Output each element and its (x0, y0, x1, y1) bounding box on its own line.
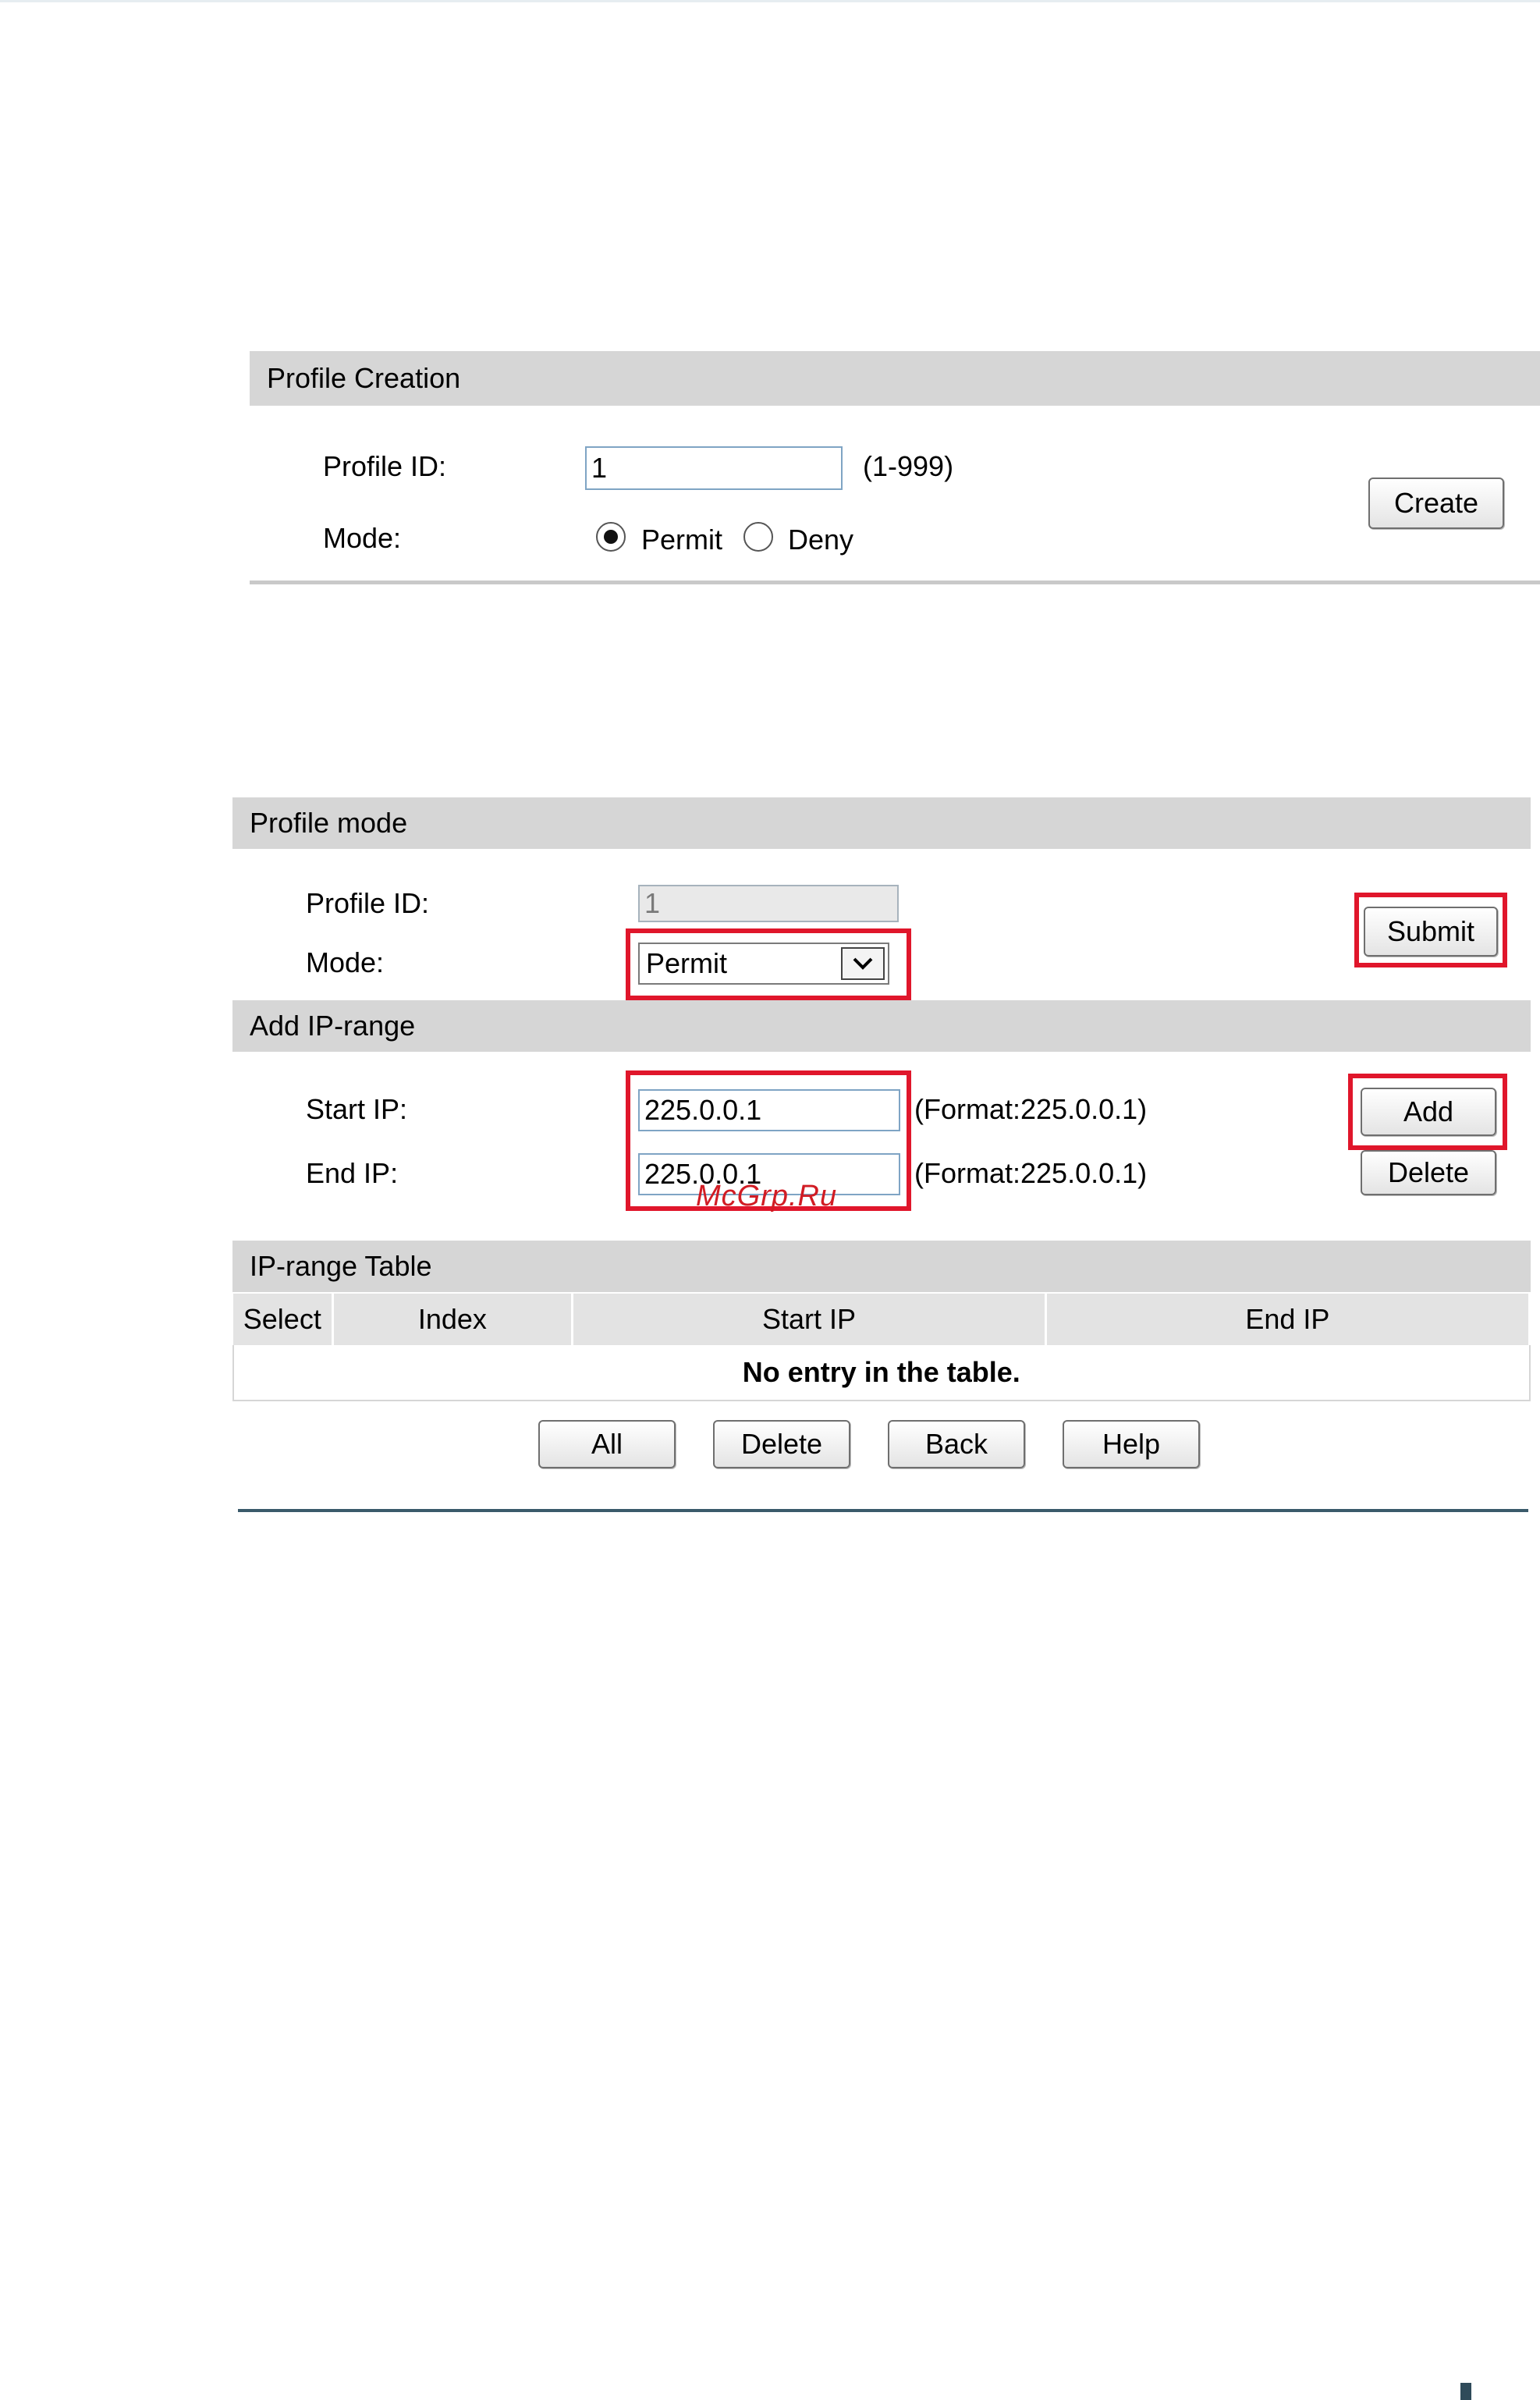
empty-message: No entry in the table. (232, 1345, 1531, 1401)
delete-ip-button[interactable]: Delete (1361, 1150, 1496, 1195)
profile-id-range: (1-999) (863, 450, 954, 482)
create-button[interactable]: Create (1368, 478, 1504, 529)
permit-radio[interactable] (596, 522, 626, 552)
profile-mode-title: Profile mode (250, 807, 408, 839)
profile-creation-title: Profile Creation (267, 362, 461, 394)
start-ip-format-hint: (Format:225.0.0.1) (914, 1093, 1148, 1125)
end-ip-format-hint: (Format:225.0.0.1) (914, 1157, 1148, 1189)
help-button[interactable]: Help (1063, 1420, 1200, 1468)
profile-mode-header: Profile mode (232, 797, 1531, 849)
table-empty-row: No entry in the table. (232, 1345, 1531, 1401)
col-start-ip: Start IP (572, 1294, 1047, 1345)
add-ip-range-title: Add IP-range (250, 1010, 416, 1042)
col-index: Index (332, 1294, 574, 1345)
select-all-button[interactable]: All (538, 1420, 676, 1468)
profile-id-label: Profile ID: (323, 450, 447, 482)
profile-mode-id-input: 1 (638, 885, 899, 922)
profile-id-value: 1 (591, 452, 608, 484)
col-select: Select (233, 1294, 334, 1345)
deny-radio[interactable] (743, 522, 773, 552)
submit-button[interactable]: Submit (1364, 907, 1498, 957)
col-end-ip: End IP (1045, 1294, 1531, 1345)
mode-select[interactable]: Permit (638, 943, 889, 985)
add-button[interactable]: Add (1361, 1088, 1496, 1136)
chevron-down-icon[interactable] (841, 947, 885, 980)
profile-creation-divider (250, 580, 1540, 584)
permit-radio-label[interactable]: Permit (641, 523, 722, 557)
ip-range-table-header: IP-range Table (232, 1241, 1531, 1292)
mode-select-value: Permit (646, 947, 728, 979)
footer-rule (238, 1509, 1528, 1512)
table-header-row: Select Index Start IP End IP (233, 1294, 1531, 1345)
back-button[interactable]: Back (888, 1420, 1025, 1468)
add-ip-range-header: Add IP-range (232, 1000, 1531, 1052)
top-rule (0, 0, 1540, 2)
profile-creation-header: Profile Creation (250, 351, 1540, 406)
ip-range-table: Select Index Start IP End IP No entry in… (232, 1294, 1531, 1401)
ip-range-table-title: IP-range Table (250, 1250, 432, 1282)
start-ip-label: Start IP: (306, 1093, 408, 1125)
watermark: McGrp.Ru (696, 1180, 838, 1212)
delete-button[interactable]: Delete (713, 1420, 850, 1468)
profile-mode-id-label: Profile ID: (306, 887, 430, 919)
profile-mode-mode-label: Mode: (306, 946, 385, 978)
profile-id-input[interactable]: 1 (585, 446, 843, 490)
corner-mark (1460, 2383, 1471, 2400)
profile-mode-id-value: 1 (644, 887, 661, 919)
end-ip-label: End IP: (306, 1157, 399, 1189)
start-ip-input[interactable]: 225.0.0.1 (638, 1089, 900, 1131)
deny-radio-label[interactable]: Deny (788, 523, 853, 557)
start-ip-value: 225.0.0.1 (644, 1094, 762, 1126)
mode-label: Mode: (323, 522, 402, 554)
